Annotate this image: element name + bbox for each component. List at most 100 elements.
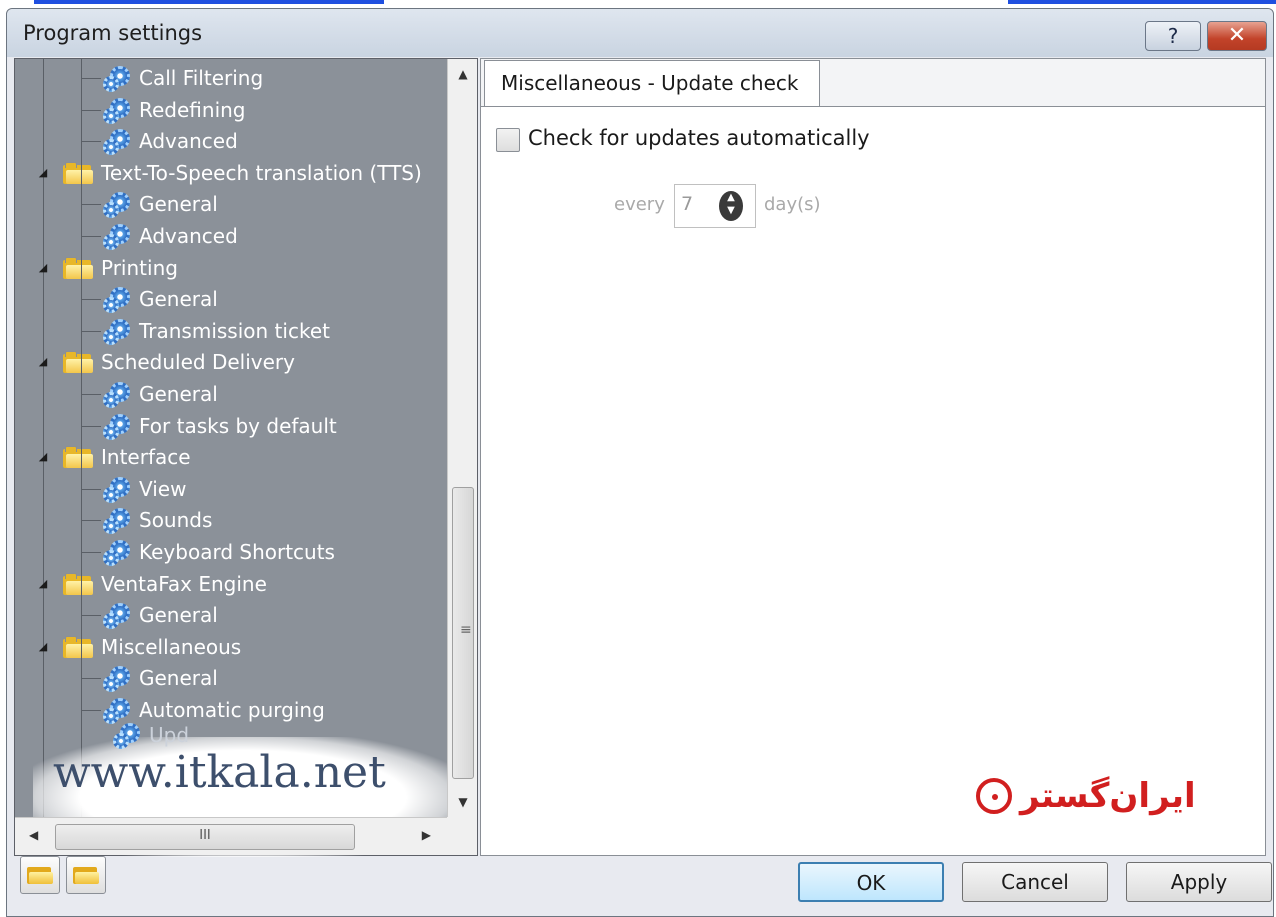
- tree-item-label: General: [139, 287, 218, 312]
- tree-folder-item[interactable]: ◢ Miscellaneous: [39, 632, 242, 662]
- tree-connector: [81, 710, 101, 711]
- every-label: every: [614, 194, 665, 215]
- auto-update-checkbox[interactable]: [496, 128, 520, 152]
- tree-item-label: General: [139, 666, 218, 691]
- scroll-corner: [447, 817, 477, 855]
- tree-leaf-item[interactable]: View: [101, 474, 186, 504]
- tree-connector: [81, 520, 101, 522]
- tree-item-label: Transmission ticket: [139, 318, 330, 343]
- expand-arrow-icon[interactable]: ◢: [37, 640, 49, 653]
- tree-leaf-item[interactable]: General: [101, 284, 218, 314]
- gear-icon: [101, 412, 131, 440]
- tree-leaf-item[interactable]: General: [101, 600, 218, 630]
- tree-line: [81, 59, 82, 817]
- tree-item-label: Advanced: [139, 129, 238, 154]
- scroll-down-arrow-icon[interactable]: ▼: [448, 787, 478, 817]
- tree-folder-item[interactable]: ◢ Text-To-Speech translation (TTS): [39, 158, 422, 188]
- tree-item-label: Printing: [101, 255, 178, 280]
- scroll-up-arrow-icon[interactable]: ▲: [448, 59, 478, 89]
- scroll-left-arrow-icon[interactable]: ◀: [29, 828, 38, 842]
- expand-arrow-icon[interactable]: ◢: [37, 451, 49, 463]
- tree-item-partial-label: Upd: [149, 723, 190, 747]
- tab-update-check[interactable]: Miscellaneous - Update check: [484, 60, 820, 106]
- interval-value[interactable]: 7: [681, 193, 693, 215]
- tree-folder-item[interactable]: ◢ Scheduled Delivery: [39, 347, 295, 377]
- gear-icon: [101, 317, 131, 345]
- tree-item-label: Redefining: [139, 97, 246, 122]
- help-button[interactable]: ?: [1145, 21, 1201, 51]
- tree-folder-item[interactable]: ◢ Interface: [39, 442, 191, 472]
- tree-leaf-item[interactable]: Sounds: [101, 505, 212, 535]
- tree-leaf-item[interactable]: General: [101, 189, 218, 219]
- brand-logo: ایران‌گستر: [976, 776, 1196, 816]
- tree-leaf-item[interactable]: For tasks by default: [101, 411, 337, 441]
- folder-icon: [63, 161, 93, 184]
- expand-arrow-icon[interactable]: ◢: [37, 577, 49, 590]
- tree-leaf-item[interactable]: Call Filtering: [101, 63, 263, 93]
- tree-leaf-item[interactable]: Advanced: [101, 126, 238, 156]
- spin-updown-icon[interactable]: ▲ ▼: [719, 191, 743, 221]
- folder-icon: [63, 635, 93, 658]
- expand-arrow-icon[interactable]: ◢: [37, 356, 49, 368]
- tree-horizontal-scrollbar[interactable]: ◀ III ▶: [15, 817, 447, 855]
- tree-item-label: Interface: [101, 445, 191, 470]
- top-link-left[interactable]: [34, 0, 384, 4]
- title-bar: Program settings ? ✕: [7, 9, 1273, 57]
- tree-item-label: Scheduled Delivery: [101, 350, 295, 375]
- tree-item-label: View: [139, 476, 187, 501]
- gear-icon: [101, 601, 131, 630]
- tree-leaf-item[interactable]: Redefining: [101, 95, 246, 125]
- tree-connector: [81, 330, 101, 332]
- tree-leaf-item[interactable]: Transmission ticket: [101, 316, 330, 346]
- vertical-scroll-thumb[interactable]: ≡: [452, 487, 474, 779]
- tree-item-label: Keyboard Shortcuts: [139, 540, 335, 564]
- gear-icon: [101, 380, 131, 408]
- expand-arrow-icon[interactable]: ◢: [37, 166, 49, 179]
- tree-leaf-item[interactable]: General: [101, 379, 218, 409]
- gear-icon: [101, 538, 131, 566]
- interval-spinner[interactable]: 7 ▲ ▼: [674, 184, 756, 228]
- top-link-right[interactable]: [1008, 0, 1276, 4]
- tree-connector: [81, 109, 101, 111]
- tree-connector: [81, 204, 101, 206]
- settings-content-panel: [480, 58, 1266, 856]
- watermark-text: www.itkala.net: [53, 747, 386, 798]
- expand-arrow-icon[interactable]: ◢: [37, 261, 49, 274]
- tree-leaf-item[interactable]: General: [101, 663, 218, 693]
- tree-item-label: For tasks by default: [139, 413, 337, 438]
- apply-button[interactable]: Apply: [1126, 862, 1272, 902]
- tree-connector: [81, 678, 101, 680]
- logo-circle-icon: [976, 778, 1012, 814]
- open-folder-button[interactable]: [20, 856, 60, 894]
- tree-item-label: General: [139, 382, 218, 406]
- tree-connector: [81, 552, 101, 553]
- scroll-right-arrow-icon[interactable]: ▶: [422, 828, 431, 842]
- tree-item-partial[interactable]: Upd: [111, 721, 189, 749]
- folder-icon: [63, 351, 93, 374]
- auto-update-label[interactable]: Check for updates automatically: [528, 126, 870, 150]
- tree-vertical-scrollbar[interactable]: ▲ ≡ ▼: [447, 59, 477, 817]
- tree-leaf-item[interactable]: Advanced: [101, 221, 238, 251]
- tree-folder-item[interactable]: ◢ VentaFax Engine: [39, 569, 267, 599]
- gear-icon: [111, 721, 141, 749]
- save-folder-button[interactable]: [66, 856, 106, 894]
- ok-button[interactable]: OK: [798, 862, 944, 902]
- horizontal-scroll-thumb[interactable]: III: [55, 824, 355, 850]
- gear-icon: [101, 190, 131, 219]
- tree-item-label: VentaFax Engine: [101, 571, 267, 596]
- days-label: day(s): [764, 194, 821, 215]
- tree-leaf-item[interactable]: Keyboard Shortcuts: [101, 537, 335, 567]
- cancel-button[interactable]: Cancel: [962, 862, 1108, 902]
- grip-icon: ≡: [460, 622, 472, 638]
- gear-icon: [101, 696, 131, 724]
- folder-icon: [63, 256, 93, 279]
- tree-item-label: General: [139, 192, 218, 217]
- tree-connector: [81, 488, 101, 490]
- tree-item-label: Call Filtering: [139, 66, 264, 90]
- folder-icon: [63, 446, 93, 469]
- close-button[interactable]: ✕: [1207, 21, 1267, 51]
- tab-label: Miscellaneous - Update check: [501, 71, 799, 95]
- tree-item-label: Miscellaneous: [101, 634, 242, 659]
- logo-text: ایران‌گستر: [1020, 776, 1196, 816]
- tree-connector: [81, 299, 101, 301]
